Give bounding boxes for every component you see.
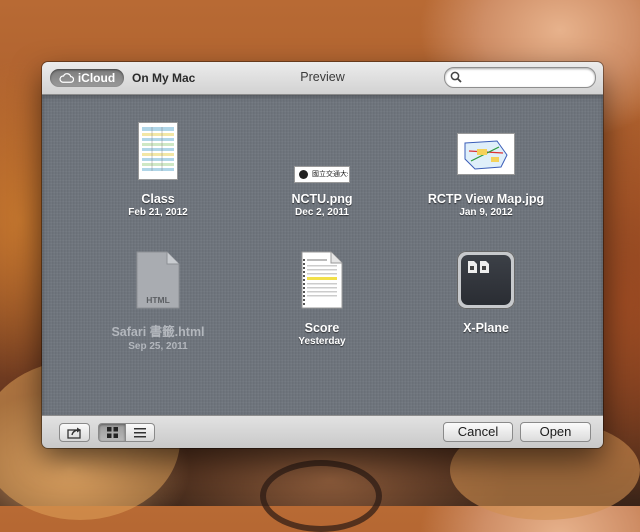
file-date: Dec 2, 2011	[295, 207, 349, 218]
file-browser: Class Feb 21, 2012 國立交通大學 NCTU.png Dec 2…	[42, 95, 603, 415]
file-name: Safari 書籤.html	[111, 325, 205, 339]
file-name: Class	[141, 192, 175, 206]
grid-view-button[interactable]	[98, 423, 126, 442]
file-item-safari-bookmarks[interactable]: HTML Safari 書籤.html Sep 25, 2011	[68, 249, 248, 352]
on-my-mac-tab[interactable]: On My Mac	[132, 69, 195, 87]
share-icon	[67, 427, 81, 439]
file-item-score[interactable]: Score Yesterday	[232, 249, 412, 347]
dialog-bottom-bar: Cancel Open	[42, 415, 603, 448]
file-item-x-plane[interactable]: X-Plane	[396, 249, 576, 336]
file-thumbnail	[232, 249, 412, 319]
file-name: Score	[304, 321, 340, 335]
file-name: X-Plane	[463, 321, 509, 335]
icloud-tab[interactable]: iCloud	[50, 69, 124, 87]
search-field[interactable]	[444, 67, 596, 88]
spreadsheet-thumbnail-icon	[138, 122, 178, 180]
grid-view-icon	[107, 427, 118, 438]
file-thumbnail	[396, 249, 576, 319]
file-thumbnail: 國立交通大學	[232, 120, 412, 190]
file-item-nctu[interactable]: 國立交通大學 NCTU.png Dec 2, 2011	[232, 120, 412, 218]
file-thumbnail: HTML	[68, 249, 248, 319]
banner-image-text: 國立交通大學	[312, 170, 348, 178]
open-button[interactable]: Open	[520, 422, 591, 442]
file-name: NCTU.png	[291, 192, 353, 206]
spreadsheet-thumbnail-icon	[301, 251, 343, 309]
file-item-rctp-map[interactable]: RCTP View Map.jpg Jan 9, 2012	[396, 120, 576, 218]
html-document-icon: HTML	[136, 251, 180, 309]
list-view-button[interactable]	[126, 423, 155, 442]
file-name: RCTP View Map.jpg	[427, 192, 545, 206]
file-date: Feb 21, 2012	[128, 207, 188, 218]
file-thumbnail	[68, 120, 248, 190]
file-date: Yesterday	[298, 336, 346, 347]
file-thumbnail	[396, 120, 576, 190]
share-button[interactable]	[59, 423, 90, 442]
cancel-button[interactable]: Cancel	[443, 422, 513, 442]
icloud-tab-label: iCloud	[77, 71, 116, 85]
open-dialog: iCloud On My Mac Preview Class Feb 21, 2…	[42, 62, 603, 448]
html-document-label: HTML	[146, 295, 170, 305]
file-date: Sep 25, 2011	[128, 341, 188, 352]
document-mini-icon	[468, 261, 489, 273]
map-thumbnail-icon	[457, 133, 515, 175]
list-view-icon	[134, 428, 146, 438]
background-ring	[260, 460, 382, 532]
search-icon	[450, 71, 462, 83]
cloud-icon	[59, 73, 74, 83]
dialog-toolbar: iCloud On My Mac Preview	[42, 62, 603, 95]
folder-thumbnail-icon	[457, 251, 515, 309]
file-item-class[interactable]: Class Feb 21, 2012	[68, 120, 248, 218]
file-date: Jan 9, 2012	[459, 207, 513, 218]
